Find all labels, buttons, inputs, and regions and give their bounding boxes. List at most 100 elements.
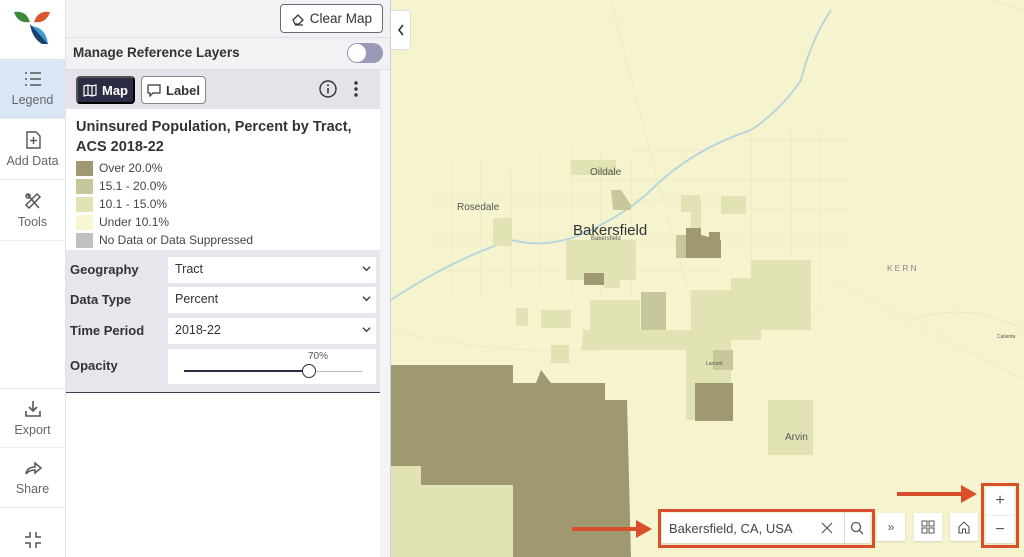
map-view[interactable]: Oildale Rosedale Bakersfield Bakersfield…: [391, 0, 1024, 557]
more-options-icon[interactable]: [350, 80, 362, 98]
map-view-label: Map: [102, 82, 128, 98]
clear-map-label: Clear Map: [309, 11, 372, 26]
map-icon: [83, 83, 97, 97]
data-type-select[interactable]: Percent: [168, 287, 376, 313]
share-icon: [24, 461, 42, 475]
opacity-value: 70%: [308, 351, 329, 362]
tracts: [391, 160, 813, 557]
place-label-bakersfield-small: Bakersfield: [591, 236, 621, 242]
place-label-lamont: Lamont: [706, 361, 723, 367]
basemap-grid-icon: [921, 520, 935, 534]
panel-scrollbar[interactable]: [380, 70, 390, 557]
rail-item-add-data[interactable]: Add Data: [0, 120, 65, 180]
time-period-label: Time Period: [70, 323, 145, 338]
legend-item: No Data or Data Suppressed: [76, 231, 370, 249]
zoom-highlight-box: [981, 483, 1019, 548]
legend-label: 10.1 - 15.0%: [99, 197, 168, 211]
geography-row: Geography Tract: [70, 257, 376, 283]
data-type-label: Data Type: [70, 292, 132, 307]
place-label-caliente: Caliente: [997, 334, 1016, 340]
expand-tools-button[interactable]: »: [877, 513, 905, 541]
basemap-gallery-button[interactable]: [914, 513, 942, 541]
place-label-kern: KERN: [887, 263, 919, 273]
legend-swatch: [76, 160, 93, 176]
layer-card-header: Map Label: [66, 70, 380, 109]
data-type-value: Percent: [175, 292, 219, 306]
comment-icon: [147, 83, 161, 97]
choropleth-layer: [391, 0, 1024, 557]
rail-item-share[interactable]: Share: [0, 448, 65, 508]
eraser-icon: [291, 13, 304, 26]
rail-item-label: Export: [14, 423, 51, 437]
rail-item-export[interactable]: Export: [0, 388, 65, 448]
toggle-knob: [348, 44, 366, 62]
legend-label: Under 10.1%: [99, 215, 170, 229]
place-label-oildale: Oildale: [590, 167, 622, 178]
tools-icon: [24, 192, 41, 210]
manage-reference-layers-row: Manage Reference Layers: [66, 38, 390, 70]
rail-item-legend[interactable]: Legend: [0, 59, 65, 119]
legend-list: Over 20.0% 15.1 - 20.0% 10.1 - 15.0% Und…: [66, 157, 380, 249]
legend-item: Over 20.0%: [76, 159, 370, 177]
map-view-button[interactable]: Map: [76, 76, 135, 104]
reference-layers-toggle[interactable]: [347, 43, 383, 63]
data-type-row: Data Type Percent: [70, 287, 376, 313]
legend-item: 15.1 - 20.0%: [76, 177, 370, 195]
legend-swatch: [76, 196, 93, 212]
place-label-rosedale: Rosedale: [457, 202, 500, 213]
opacity-label: Opacity: [70, 358, 118, 373]
double-chevron-icon: »: [887, 520, 895, 534]
legend-panel: Clear Map Manage Reference Layers Map La…: [66, 0, 391, 557]
manage-reference-layers-label: Manage Reference Layers: [73, 45, 240, 60]
legend-label: No Data or Data Suppressed: [99, 233, 254, 247]
time-period-select[interactable]: 2018-22: [168, 318, 376, 344]
chevron-left-icon: [397, 24, 404, 36]
opacity-slider[interactable]: [184, 364, 362, 378]
time-period-row: Time Period 2018-22: [70, 318, 376, 344]
legend-swatch: [76, 178, 93, 194]
legend-item: 10.1 - 15.0%: [76, 195, 370, 213]
rail-item-label: Add Data: [6, 154, 59, 168]
geography-label: Geography: [70, 262, 139, 277]
add-file-icon: [25, 131, 41, 149]
opacity-control: 70%: [168, 349, 376, 384]
info-icon[interactable]: [319, 80, 337, 98]
collapse-icon: [24, 532, 41, 548]
legend-swatch: [76, 232, 93, 248]
rail-item-label: Tools: [17, 215, 48, 229]
panel-toolbar: Clear Map: [66, 0, 390, 38]
opacity-row: Opacity 70%: [70, 349, 376, 384]
opacity-slider-thumb[interactable]: [301, 364, 316, 378]
rail-item-label: Legend: [11, 93, 54, 107]
search-arrow-annotation: [572, 520, 652, 538]
home-button[interactable]: [950, 513, 978, 541]
search-highlight-box: [658, 509, 875, 548]
legend-label: 15.1 - 20.0%: [99, 179, 168, 193]
rail-item-label: Share: [15, 482, 50, 496]
label-view-button[interactable]: Label: [141, 76, 206, 104]
app-logo-icon: [14, 11, 50, 44]
label-view-label: Label: [166, 82, 200, 98]
place-label-arvin: Arvin: [785, 432, 808, 443]
chevron-down-icon: [362, 296, 371, 302]
clear-map-button[interactable]: Clear Map: [279, 4, 383, 33]
rail-item-collapse[interactable]: [0, 520, 65, 557]
left-rail: Legend Add Data Tools Export Share: [0, 0, 66, 557]
rail-item-tools[interactable]: Tools: [0, 181, 65, 241]
legend-label: Over 20.0%: [99, 161, 163, 175]
app: Legend Add Data Tools Export Share Clear…: [0, 0, 1024, 557]
time-period-value: 2018-22: [175, 323, 221, 337]
chevron-down-icon: [362, 327, 371, 333]
geography-select[interactable]: Tract: [168, 257, 376, 283]
collapse-panel-button[interactable]: [391, 10, 411, 50]
legend-swatch: [76, 214, 93, 230]
layer-controls: Geography Tract Data Type Percent Time P…: [66, 250, 380, 393]
chevron-down-icon: [362, 266, 371, 272]
home-icon: [958, 521, 970, 534]
download-icon: [24, 401, 41, 417]
list-icon: [24, 72, 41, 86]
legend-item: Under 10.1%: [76, 213, 370, 231]
layer-card: Map Label Uninsured Population, Percent …: [66, 70, 380, 250]
layer-title: Uninsured Population, Percent by Tract, …: [76, 119, 352, 155]
zoom-arrow-annotation: [897, 485, 977, 503]
